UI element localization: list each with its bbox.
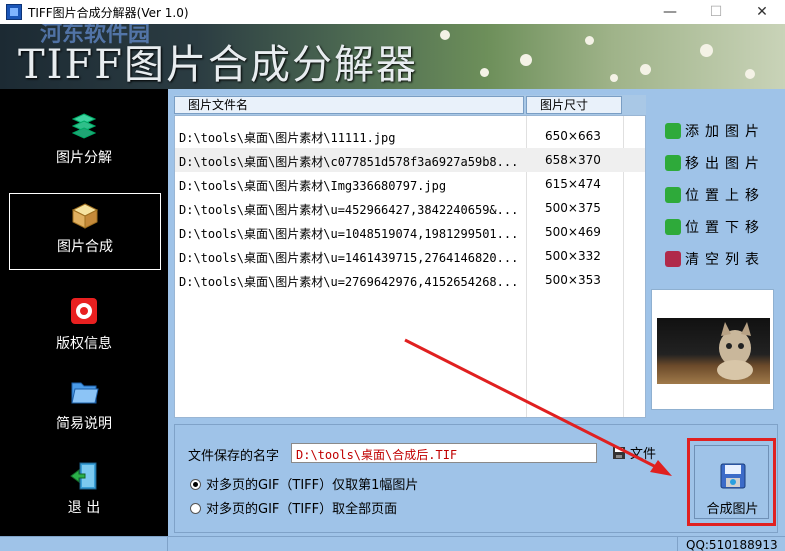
radio-dot [190,503,201,514]
exit-door-icon [70,462,97,490]
banner-decoration [440,30,450,40]
image-size: 658×370 [545,153,601,167]
sidebar-item-label: 退 出 [67,500,101,516]
status-bar: QQ:510188913 [0,536,785,551]
radio-all-pages[interactable]: 对多页的GIF（TIFF）取全部页面 [190,498,397,517]
app-icon [6,4,22,20]
banner-decoration [480,68,489,77]
banner-decoration [745,69,755,79]
image-preview [651,289,774,410]
window-title: TIFF图片合成分解器(Ver 1.0) [28,6,189,20]
plus-icon [665,123,681,139]
sidebar-item-help[interactable]: 简易说明 [0,375,168,455]
folder-icon [71,382,99,404]
sidebar-item-exit[interactable]: 退 出 [0,459,168,539]
status-qq: QQ:510188913 [686,538,778,551]
cat-photo [717,322,753,380]
sidebar-item-label: 图片分解 [56,150,112,166]
banner: TIFF图片合成分解器 河东软件园 [0,24,785,89]
close-button[interactable]: ✕ [739,0,785,24]
sidebar-item-label: 简易说明 [56,416,112,432]
merge-disk-icon [720,463,746,489]
arrow-up-icon [665,187,681,203]
banner-decoration [640,64,651,75]
banner-decoration [585,36,594,45]
remove-image-label: 移出图片 [685,156,765,172]
save-disk-icon [613,447,625,459]
image-size: 500×469 [545,225,601,239]
image-size: 650×663 [545,129,601,143]
banner-decoration [610,74,618,82]
merge-images-label: 合成图片 [706,502,759,517]
sidebar-item-compose[interactable]: 图片合成 [9,193,161,270]
radio-first-label: 对多页的GIF（TIFF）仅取第1幅图片 [206,478,419,493]
arrow-down-icon [665,219,681,235]
file-path: D:\tools\桌面\图片素材\u=2769642976,4152654268… [179,275,519,289]
list-item[interactable]: D:\tools\桌面\图片素材\c077851d578f3a6927a59b8… [175,148,645,172]
watermark-text: 河东软件园 [40,24,151,47]
banner-decoration [700,44,713,57]
file-path: D:\tools\桌面\图片素材\11111.jpg [179,131,396,145]
banner-decoration [520,54,532,66]
list-item[interactable]: D:\tools\桌面\图片素材\11111.jpg 650×663 [175,124,645,148]
image-file-list[interactable]: D:\tools\桌面\图片素材\11111.jpg 650×663 D:\to… [174,115,646,418]
file-path: D:\tools\桌面\图片素材\u=1461439715,2764146820… [179,251,519,265]
sidebar: 图片分解 图片合成 版权信息 简易说明 退 出 [0,89,168,551]
list-item[interactable]: D:\tools\桌面\图片素材\u=2769642976,4152654268… [175,268,645,292]
arrow-right-icon [665,155,681,171]
cube-icon [71,203,99,229]
radio-first-page[interactable]: 对多页的GIF（TIFF）仅取第1幅图片 [190,474,418,493]
move-down-label: 位置下移 [685,220,765,236]
browse-file-label: 文件 [630,447,657,462]
sidebar-item-copyright[interactable]: 版权信息 [0,295,168,375]
merge-images-button[interactable]: 合成图片 [687,438,776,526]
file-path: D:\tools\桌面\图片素材\c077851d578f3a6927a59b8… [179,155,519,169]
image-size: 500×353 [545,273,601,287]
file-path: D:\tools\桌面\图片素材\u=452966427,3842240659&… [179,203,519,217]
list-item[interactable]: D:\tools\桌面\图片素材\u=452966427,3842240659&… [175,196,645,220]
sidebar-item-label: 图片合成 [57,239,113,255]
status-segment [0,537,168,551]
column-header-filename[interactable]: 图片文件名 [174,96,524,114]
list-item[interactable]: D:\tools\桌面\图片素材\Img336680797.jpg 615×47… [175,172,645,196]
radio-all-label: 对多页的GIF（TIFF）取全部页面 [206,502,398,517]
save-name-label: 文件保存的名字 [188,449,280,464]
preview-thumbnail [657,318,770,384]
copyright-icon [71,298,97,324]
status-segment [168,537,678,551]
title-bar: TIFF图片合成分解器(Ver 1.0) — ☐ ✕ [0,0,785,24]
clear-list-label: 清空列表 [685,252,765,268]
image-size: 500×375 [545,201,601,215]
file-path: D:\tools\桌面\图片素材\Img336680797.jpg [179,179,447,193]
list-item[interactable]: D:\tools\桌面\图片素材\u=1048519074,1981299501… [175,220,645,244]
layers-icon [72,113,96,139]
radio-dot-selected [190,479,201,490]
list-item[interactable]: D:\tools\桌面\图片素材\u=1461439715,2764146820… [175,244,645,268]
browse-file-button[interactable]: 文件 [612,443,656,463]
file-path: D:\tools\桌面\图片素材\u=1048519074,1981299501… [179,227,519,241]
sidebar-item-decompose[interactable]: 图片分解 [0,107,168,187]
image-size: 500×332 [545,249,601,263]
image-size: 615×474 [545,177,601,191]
maximize-button[interactable]: ☐ [693,0,739,24]
sidebar-item-label: 版权信息 [56,336,112,352]
column-header-size[interactable]: 图片尺寸 [526,96,622,114]
eraser-icon [665,251,681,267]
add-image-label: 添加图片 [685,124,765,140]
list-header: 图片文件名 图片尺寸 [174,95,646,115]
merge-button-face: 合成图片 [694,445,769,519]
move-up-label: 位置上移 [685,188,765,204]
output-path-field[interactable]: D:\tools\桌面\合成后.TIF [291,443,597,463]
app-window: TIFF图片合成分解器(Ver 1.0) — ☐ ✕ TIFF图片合成分解器 河… [0,0,785,551]
minimize-button[interactable]: — [647,0,693,24]
